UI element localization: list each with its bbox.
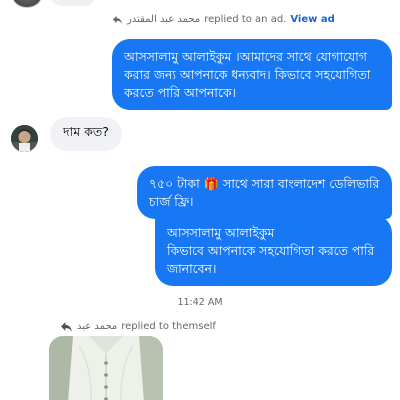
message-timestamp: 11:42 AM <box>177 297 223 308</box>
previous-message-bubble[interactable] <box>50 0 96 6</box>
outgoing-message-1-text: আসসালামু আলাইকুম ।আমাদের সাথে যোগাযোগ কর… <box>124 49 371 100</box>
outgoing-message-3[interactable]: আসসালামু আলাইকুম কিভাবে আপনাকে সহযোগিতা … <box>155 215 392 286</box>
sender-avatar[interactable] <box>11 125 38 152</box>
ad-reply-meta: محمد عبد المقتدر replied to an ad. View … <box>112 14 335 25</box>
self-reply-sender: محمد عبد <box>77 321 118 332</box>
outgoing-message-3-text: আসসালামু আলাইকুম কিভাবে আপনাকে সহযোগিতা … <box>167 225 375 276</box>
view-ad-link[interactable]: View ad <box>290 14 334 25</box>
outgoing-message-2[interactable]: ৭৫০ টাকা 🎁 সাথে সারা বাংলাদেশ ডেলিভারি চ… <box>137 166 392 219</box>
chat-screen: محمد عبد المقتدر replied to an ad. View … <box>0 0 400 400</box>
product-photo <box>49 336 163 400</box>
ad-reply-action: replied to an ad. <box>204 14 287 25</box>
outgoing-message-2-text: ৭৫০ টাকা 🎁 সাথে সারা বাংলাদেশ ডেলিভারি চ… <box>149 176 380 209</box>
incoming-message-1[interactable]: দাম কত? <box>50 117 122 151</box>
ad-reply-sender: محمد عبد المقتدر <box>127 14 201 25</box>
incoming-message-1-text: দাম কত? <box>63 124 109 139</box>
reply-arrow-icon <box>112 15 123 25</box>
self-reply-action: replied to themself <box>121 321 216 332</box>
self-reply-meta: محمد عبد replied to themself <box>60 320 216 333</box>
image-attachment[interactable] <box>49 336 163 400</box>
outgoing-message-1[interactable]: আসসালামু আলাইকুম ।আমাদের সাথে যোগাযোগ কর… <box>112 39 392 110</box>
reply-arrow-icon <box>61 322 72 332</box>
sender-avatar-image <box>11 125 38 152</box>
previous-sender-avatar[interactable] <box>12 0 42 8</box>
